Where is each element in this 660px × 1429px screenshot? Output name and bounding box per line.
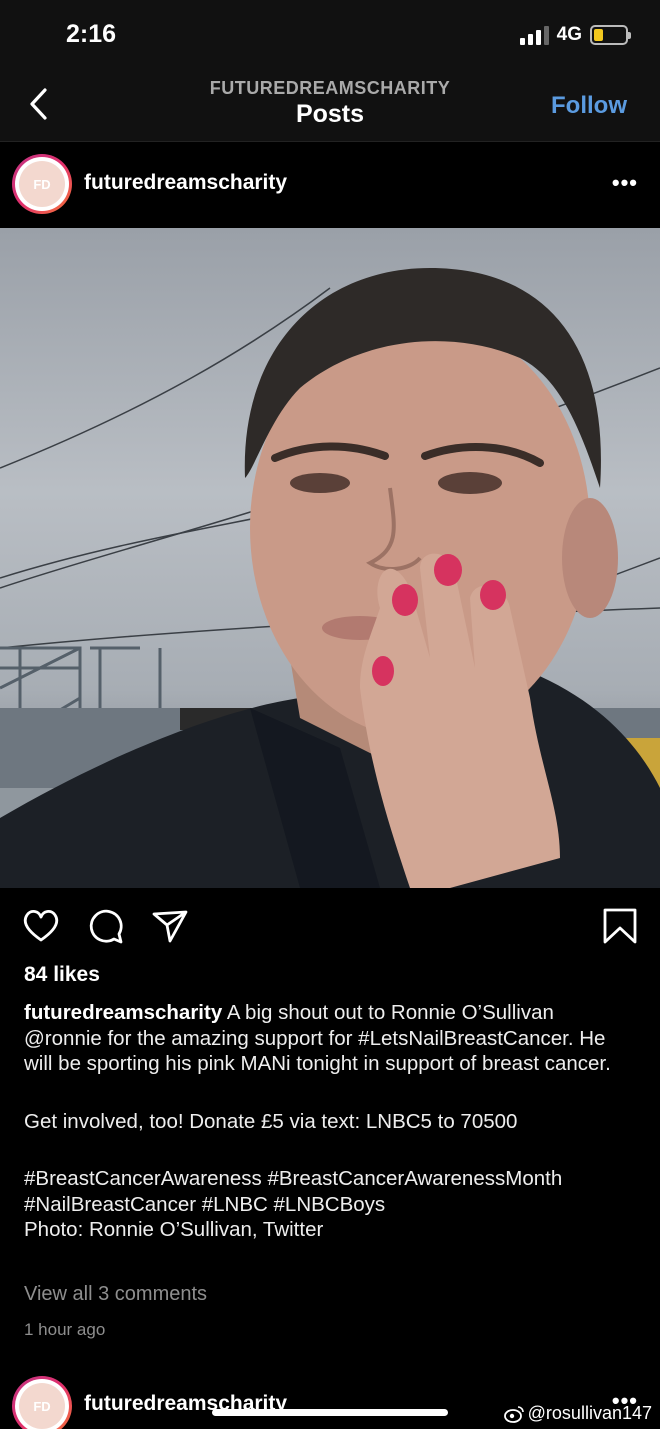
bookmark-icon[interactable] — [600, 906, 640, 946]
avatar[interactable]: FD — [12, 154, 72, 214]
post-timestamp: 1 hour ago — [24, 1320, 106, 1339]
post-caption: futuredreamscharity A big shout out to R… — [24, 1000, 636, 1243]
avatar-logo: FD — [19, 161, 65, 207]
view-comments-link[interactable]: View all 3 comments — [24, 1283, 207, 1306]
follow-button[interactable]: Follow — [551, 92, 627, 120]
watermark: @rosullivan147 — [503, 1403, 652, 1424]
post-photo[interactable] — [0, 228, 660, 888]
post-username[interactable]: futuredreamscharity — [84, 171, 287, 195]
caption-username[interactable]: futuredreamscharity — [24, 1001, 222, 1024]
photo-illustration — [0, 268, 660, 888]
network-label: 4G — [556, 24, 582, 45]
more-icon[interactable]: ••• — [612, 170, 638, 196]
weibo-icon — [503, 1405, 524, 1423]
likes-count[interactable]: 84 likes — [24, 963, 100, 987]
comment-icon[interactable] — [86, 906, 126, 946]
caption-hashtags: #BreastCancerAwareness #BreastCancerAwar… — [24, 1167, 563, 1216]
next-avatar-logo: FD — [19, 1383, 65, 1429]
navigation-header: FUTUREDREAMSCHARITY Posts Follow — [0, 70, 660, 142]
next-avatar[interactable]: FD — [12, 1376, 72, 1429]
caption-credit: Photo: Ronnie O’Sullivan, Twitter — [24, 1218, 324, 1241]
post-header: FD futuredreamscharity ••• — [0, 142, 660, 228]
status-bar: 2:16 4G — [0, 0, 660, 70]
battery-icon — [590, 25, 631, 45]
share-icon[interactable] — [150, 906, 190, 946]
post-actions — [0, 898, 660, 958]
home-indicator[interactable] — [212, 1409, 448, 1416]
heart-icon[interactable] — [21, 906, 61, 946]
caption-donate: Get involved, too! Donate £5 via text: L… — [24, 1109, 518, 1133]
status-time: 2:16 — [66, 20, 117, 48]
status-indicators: 4G — [519, 24, 631, 46]
signal-icon — [519, 25, 549, 45]
watermark-text: @rosullivan147 — [527, 1403, 652, 1423]
